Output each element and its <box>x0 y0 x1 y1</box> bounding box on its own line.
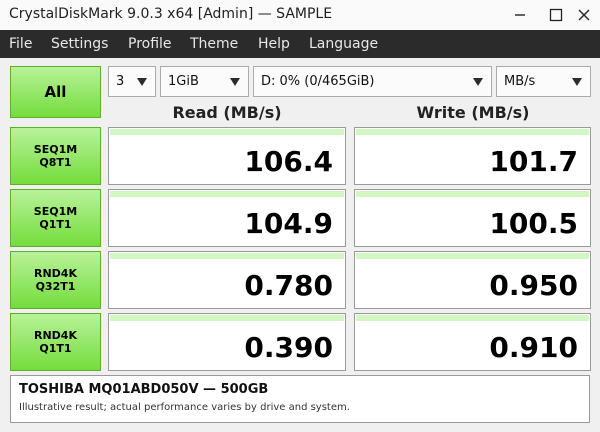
drive-info-panel: TOSHIBA MQ01ABD050V — 500GB Illustrative… <box>10 375 590 423</box>
menu-theme[interactable]: Theme <box>190 36 238 52</box>
read-progress-bar <box>110 253 344 259</box>
window-title: CrystalDiskMark 9.0.3 x64 [Admin] — SAMP… <box>9 6 333 22</box>
menu-language[interactable]: Language <box>309 36 378 52</box>
test-rnd4k-q1t1-button[interactable]: RND4K Q1T1 <box>10 313 101 371</box>
test-seq1m-q1t1-button[interactable]: SEQ1M Q1T1 <box>10 189 101 247</box>
read-value: 104.9 <box>244 207 333 240</box>
run-all-button[interactable]: All <box>10 66 101 118</box>
test-label-line1: RND4K <box>34 329 77 342</box>
unit-select[interactable]: MB/s <box>496 66 591 97</box>
menu-file[interactable]: File <box>9 36 32 52</box>
drive-value: D: 0% (0/465GiB) <box>261 74 375 89</box>
write-result-rnd4k-q32t1: 0.950 <box>354 251 591 309</box>
write-result-seq1m-q1t1: 100.5 <box>354 189 591 247</box>
menu-bar: File Settings Profile Theme Help Languag… <box>0 30 600 58</box>
read-result-rnd4k-q32t1: 0.780 <box>108 251 346 309</box>
write-result-seq1m-q8t1: 101.7 <box>354 127 591 185</box>
test-size-select[interactable]: 1GiB <box>160 66 249 97</box>
run-all-label: All <box>44 83 67 101</box>
read-result-seq1m-q1t1: 104.9 <box>108 189 346 247</box>
drive-model: TOSHIBA MQ01ABD050V — 500GB <box>19 382 269 397</box>
write-value: 0.910 <box>489 331 578 364</box>
chevron-down-icon <box>137 78 147 86</box>
read-value: 106.4 <box>244 145 333 178</box>
write-value: 101.7 <box>489 145 578 178</box>
test-count-select[interactable]: 3 <box>108 66 156 97</box>
maximize-icon <box>549 8 563 22</box>
write-progress-bar <box>356 315 589 321</box>
write-value: 100.5 <box>489 207 578 240</box>
test-label-line1: SEQ1M <box>33 143 78 156</box>
test-label-line2: Q1T1 <box>39 342 72 355</box>
menu-help[interactable]: Help <box>258 36 290 52</box>
test-seq1m-q8t1-button[interactable]: SEQ1M Q8T1 <box>10 127 101 185</box>
write-result-rnd4k-q1t1: 0.910 <box>354 313 591 371</box>
read-value: 0.780 <box>244 269 333 302</box>
close-button[interactable] <box>566 0 600 30</box>
test-label-line2: Q32T1 <box>35 280 76 293</box>
read-result-seq1m-q8t1: 106.4 <box>108 127 346 185</box>
drive-select[interactable]: D: 0% (0/465GiB) <box>253 66 492 97</box>
chevron-down-icon <box>230 78 240 86</box>
test-label-line2: Q1T1 <box>39 218 72 231</box>
write-progress-bar <box>356 129 589 135</box>
write-progress-bar <box>356 253 589 259</box>
test-rnd4k-q32t1-button[interactable]: RND4K Q32T1 <box>10 251 101 309</box>
menu-profile[interactable]: Profile <box>128 36 172 52</box>
test-count-value: 3 <box>116 74 125 89</box>
unit-value: MB/s <box>504 74 536 89</box>
write-value: 0.950 <box>489 269 578 302</box>
test-label-line1: SEQ1M <box>33 205 78 218</box>
read-value: 0.390 <box>244 331 333 364</box>
menu-settings[interactable]: Settings <box>51 36 108 52</box>
test-label-line2: Q8T1 <box>39 156 72 169</box>
close-icon <box>578 9 590 21</box>
chevron-down-icon <box>572 78 582 86</box>
read-result-rnd4k-q1t1: 0.390 <box>108 313 346 371</box>
minimize-button[interactable] <box>502 0 538 30</box>
chevron-down-icon <box>473 78 483 86</box>
read-progress-bar <box>110 191 344 197</box>
read-header: Read (MB/s) <box>172 103 282 122</box>
write-header: Write (MB/s) <box>416 103 530 122</box>
write-progress-bar <box>356 191 589 197</box>
read-progress-bar <box>110 129 344 135</box>
test-label-line1: RND4K <box>34 267 77 280</box>
title-bar: CrystalDiskMark 9.0.3 x64 [Admin] — SAMP… <box>0 0 600 30</box>
minimize-icon <box>515 14 525 16</box>
comment-text: Illustrative result; actual performance … <box>19 402 350 413</box>
read-progress-bar <box>110 315 344 321</box>
test-size-value: 1GiB <box>168 74 199 89</box>
